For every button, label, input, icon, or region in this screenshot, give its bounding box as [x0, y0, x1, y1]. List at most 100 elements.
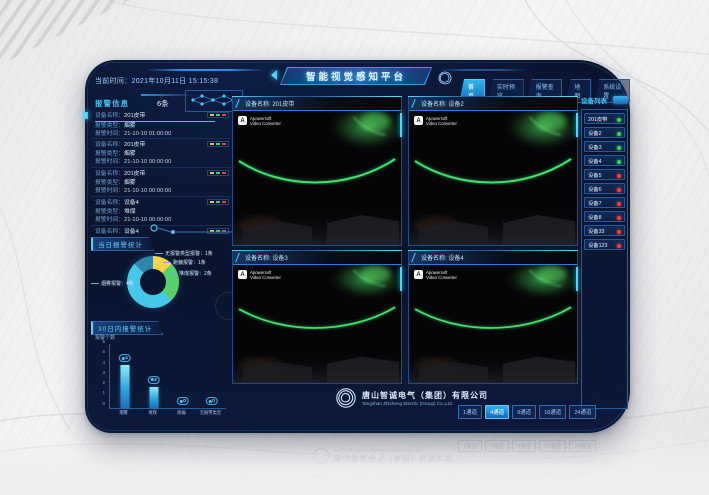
- video-frame-2[interactable]: 设备名称: 设备2 A ApowersoftVideo C: [408, 96, 578, 246]
- device-item[interactable]: 设备5: [584, 169, 625, 180]
- alarm-status-indicator: [207, 199, 229, 205]
- slash-decoration: [411, 99, 419, 108]
- video-frame-1[interactable]: 设备名称: 201皮带 A ApowersoftVideo: [232, 96, 402, 246]
- device-name-label: 设备名称：: [95, 113, 124, 119]
- device-name-value: 201皮带: [124, 171, 145, 177]
- device-list-more-button[interactable]: [613, 96, 628, 104]
- monthly-stats-section: 30日内报警统计 报警个数 65 43 21 0 4 2 0: [91, 318, 231, 426]
- video-content: A ApowersoftVideo Converter: [233, 111, 401, 245]
- status-dot: [617, 118, 621, 122]
- frame-accent-bar: [576, 113, 578, 137]
- alarm-type-value: 烟雾: [124, 123, 136, 129]
- company-logo-icon: [335, 387, 357, 409]
- video-frame-4[interactable]: 设备名称: 设备4 A ApowersoftVideo C: [408, 250, 578, 384]
- device-item[interactable]: 设备123: [584, 239, 625, 250]
- edge-notch-decoration: [83, 112, 88, 119]
- device-item[interactable]: 设备3: [584, 141, 625, 152]
- bar-chart-yticks: 65 43 21 0: [93, 340, 105, 406]
- status-dot: [617, 132, 621, 136]
- device-list-panel: 设备列表 201皮带 设备2 设备3 设备4 设备5 设备6 设备7 设备8 设…: [581, 94, 628, 426]
- device-name-value: 设备4: [124, 200, 139, 206]
- video-frame-header: 设备名称: 设备4: [409, 251, 577, 265]
- status-dot: [617, 160, 621, 164]
- video-content: A ApowersoftVideo Converter: [233, 265, 401, 383]
- alarm-card[interactable]: 设备名称：201皮带 报警类型：烟雾 报警时间：21-10-10 00:00:0…: [91, 168, 231, 197]
- alarm-time-label: 报警时间：: [95, 188, 124, 194]
- legend-item: 堆煤报警：2条: [169, 270, 212, 277]
- alarm-status-indicator: [207, 112, 229, 118]
- bar-value-badge: 2: [147, 376, 160, 384]
- bar-chart: 4 2 0 0: [109, 344, 226, 409]
- device-item[interactable]: 设备8: [584, 211, 625, 222]
- channel-4-button[interactable]: 4通道: [485, 405, 509, 419]
- company-name-cn: 唐山智诚电气（集团）有限公司: [362, 390, 488, 401]
- slash-decoration: [411, 253, 419, 262]
- slash-decoration: [235, 253, 243, 262]
- alarm-time-value: 21-10-10 01:00:00: [124, 131, 171, 137]
- status-dot: [617, 188, 621, 192]
- status-dot: [617, 202, 621, 206]
- platform-title-banner: 智能视觉感知平台: [280, 67, 432, 85]
- watermark: A ApowersoftVideo Converter: [238, 116, 281, 126]
- alarm-type-value: 堆煤: [124, 209, 136, 215]
- alarm-type-label: 报警类型：: [95, 123, 124, 129]
- device-name-label: 设备名称：: [95, 171, 124, 177]
- video-name-label: 设备名称:: [245, 256, 272, 262]
- frame-accent-bar: [400, 113, 402, 137]
- channel-9-button[interactable]: 9通道: [512, 405, 536, 419]
- alarm-type-label: 报警类型：: [95, 151, 124, 157]
- video-frame-header: 设备名称: 201皮带: [233, 97, 401, 111]
- video-frame-3[interactable]: 设备名称: 设备3 A ApowersoftVideo C: [232, 250, 402, 384]
- channel-switcher: 1通道 4通道 9通道 16通道 24通道: [458, 405, 596, 419]
- frame-accent-bar: [576, 267, 578, 291]
- channel-24-button[interactable]: 24通道: [569, 405, 596, 419]
- status-dot: [617, 230, 621, 234]
- alarm-panel-title: 报警信息: [95, 98, 129, 109]
- video-device-name: 设备2: [448, 102, 463, 108]
- video-frame-header: 设备名称: 设备2: [409, 97, 577, 111]
- device-name-label: 设备名称：: [95, 142, 124, 148]
- alarm-card[interactable]: 设备名称：201皮带 报警类型：烟雾 报警时间：21-10-10 01:00:0…: [91, 110, 231, 139]
- watermark-logo-icon: A: [414, 116, 423, 125]
- legend-item: 无报警类型报警：1条: [155, 250, 213, 257]
- bar-value-badge: 4: [118, 354, 131, 362]
- slash-decoration: [235, 99, 243, 108]
- device-name-value: 201皮带: [124, 142, 145, 148]
- bar-chart-xlabels: 烟雾堆煤跑偏无报警类型: [109, 410, 225, 416]
- today-stats-section: 当日报警统计 无报警类型报警：1条 跑偏报警：1条 堆煤报警：2条 烟雾报警：4…: [91, 234, 231, 316]
- device-item[interactable]: 设备2: [584, 127, 625, 138]
- alarm-card[interactable]: 设备名称：201皮带 报警类型：烟雾 报警时间：21-10-10 00:00:0…: [91, 139, 231, 168]
- alarm-time-label: 报警时间：: [95, 159, 124, 165]
- frame-accent-bar: [400, 267, 402, 291]
- video-content: A ApowersoftVideo Converter: [409, 111, 577, 245]
- watermark: A ApowersoftVideo Converter: [414, 116, 457, 126]
- alarm-type-value: 烟雾: [124, 180, 136, 186]
- dashboard-screen: 当前时间：2021年10月11日 15:15:38 智能视觉感知平台 首页 实时…: [85, 60, 630, 433]
- channel-16-button[interactable]: 16通道: [539, 405, 566, 419]
- header-logo-icon: [437, 70, 453, 91]
- device-name-value: 201皮带: [124, 113, 145, 119]
- watermark-logo-icon: A: [238, 116, 247, 125]
- device-item[interactable]: 设备7: [584, 197, 625, 208]
- device-item[interactable]: 设备6: [584, 183, 625, 194]
- status-dot: [617, 174, 621, 178]
- status-dot: [617, 146, 621, 150]
- alarm-count-badge: 6条: [157, 98, 169, 109]
- bar-column: 2: [139, 344, 168, 408]
- watermark: A ApowersoftVideo Converter: [414, 270, 457, 280]
- device-item[interactable]: 设备4: [584, 155, 625, 166]
- alarm-time-label: 报警时间：: [95, 217, 124, 223]
- watermark-logo-icon: A: [414, 270, 423, 279]
- legend-item: 烟雾报警：4条: [91, 280, 134, 287]
- device-item[interactable]: 201皮带: [584, 113, 625, 124]
- channel-1-button[interactable]: 1通道: [458, 405, 482, 419]
- alarm-status-indicator: [207, 170, 229, 176]
- watermark-logo-icon: A: [238, 270, 247, 279]
- current-time: 当前时间：2021年10月11日 15:15:38: [95, 76, 218, 86]
- alarm-status-indicator: [207, 141, 229, 147]
- alarm-time-value: 21-10-10 00:00:00: [124, 159, 171, 165]
- alarm-time-label: 报警时间：: [95, 131, 124, 137]
- device-list: 201皮带 设备2 设备3 设备4 设备5 设备6 设备7 设备8 设备33 设…: [581, 109, 628, 409]
- device-item[interactable]: 设备33: [584, 225, 625, 236]
- bar-value-badge: 0: [176, 397, 189, 405]
